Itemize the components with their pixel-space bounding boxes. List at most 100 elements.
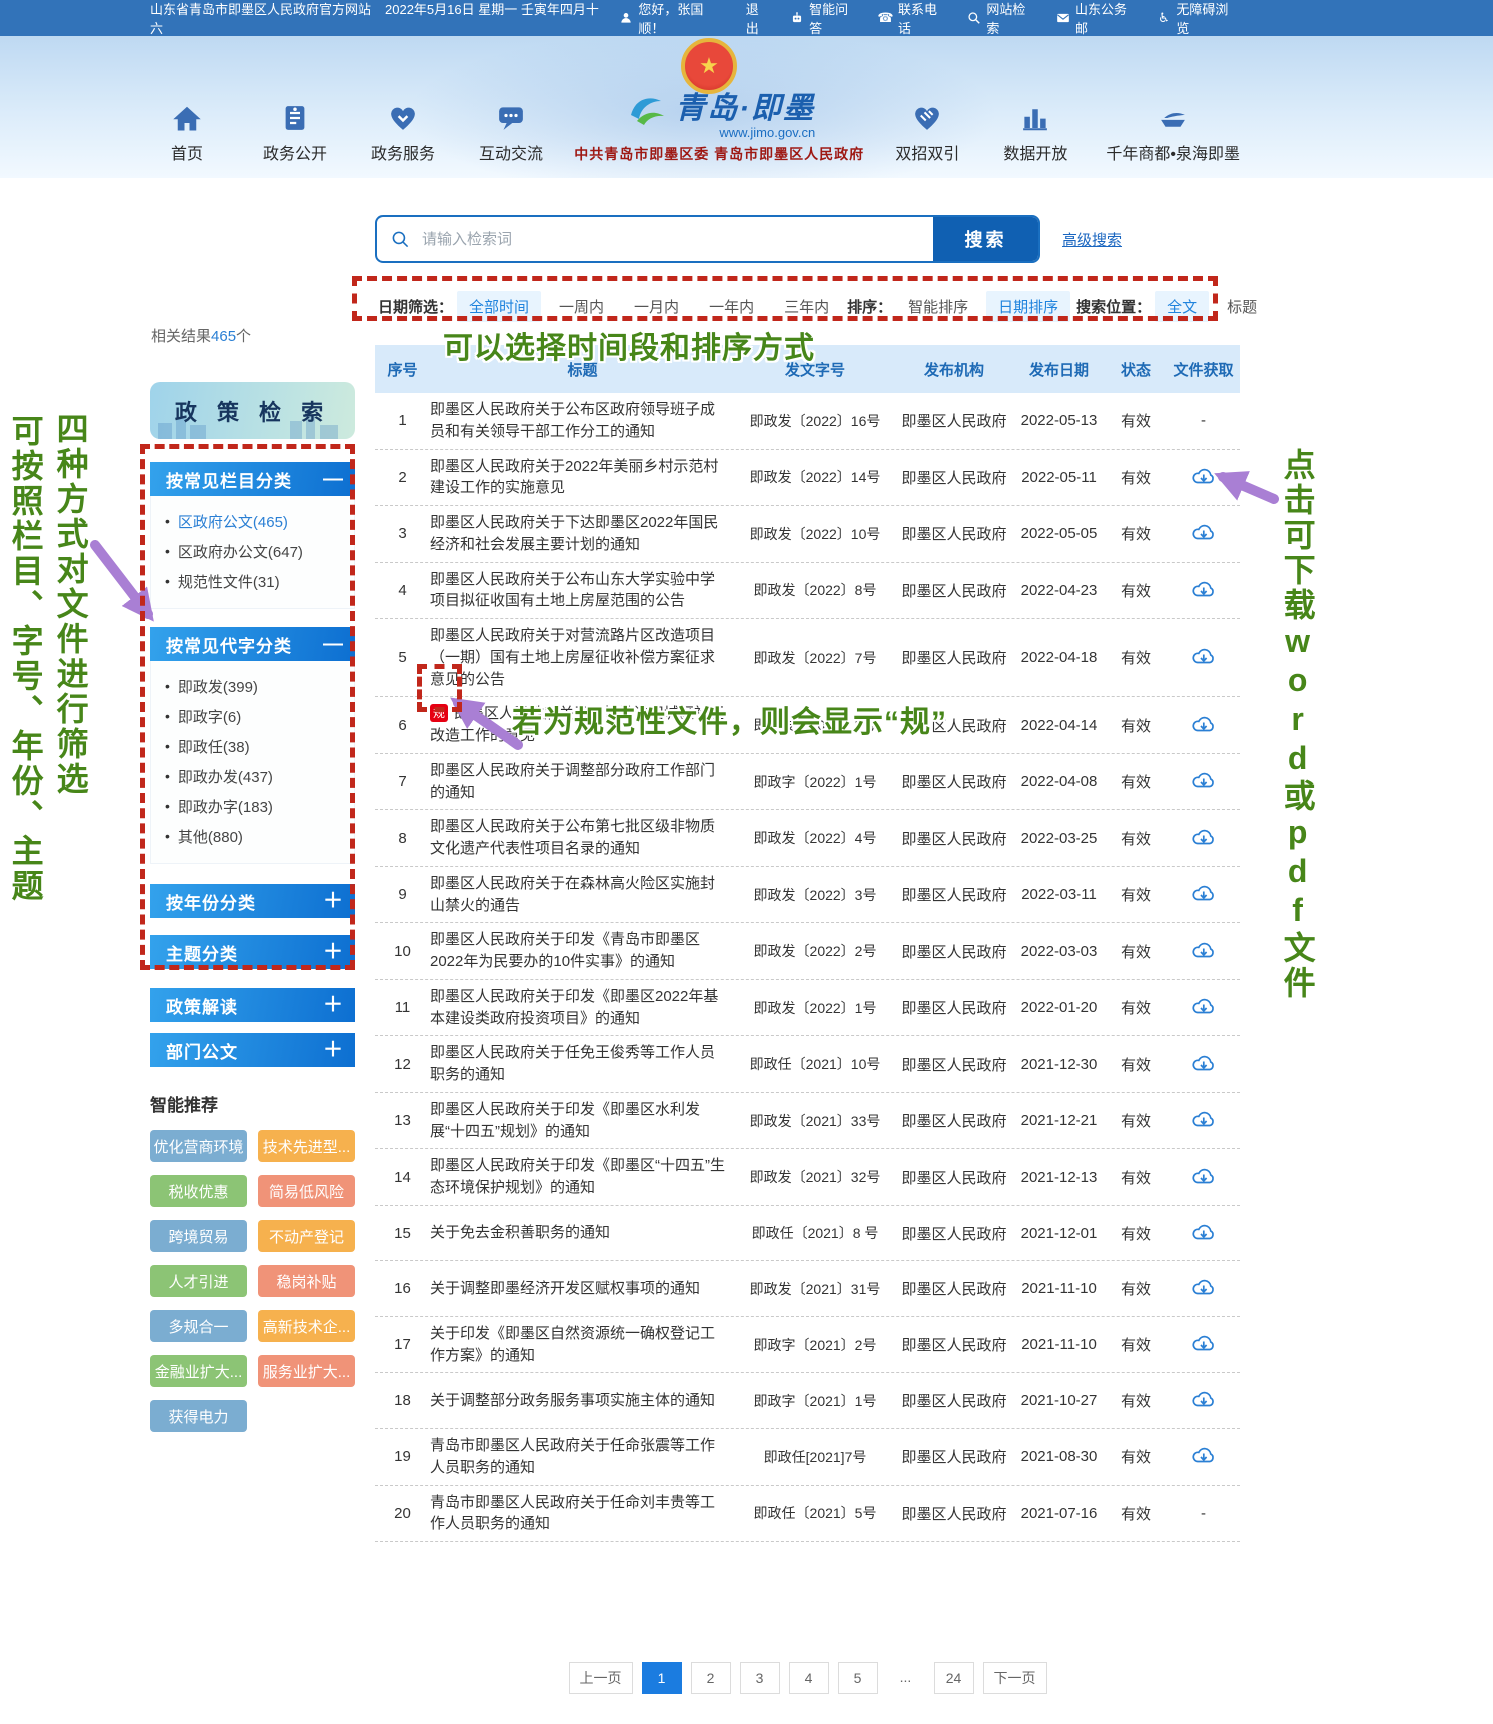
sidebar-item-1-3[interactable]: •即政办发(437) xyxy=(165,761,354,791)
doc-title-link[interactable]: 即墨区人民政府关于印发《即墨区2022年基本建设类政府投资项目》的通知 xyxy=(430,988,718,1027)
plus-icon[interactable]: ＋ xyxy=(323,942,343,962)
sidebar-item-1-0[interactable]: •即政发(399) xyxy=(165,671,354,701)
download-icon[interactable] xyxy=(1191,1221,1217,1242)
sidebar-item-0-1[interactable]: •区政府办公文(647) xyxy=(165,536,354,566)
doc-title-link[interactable]: 即墨区人民政府关于对营流路片区改造项目（一期）国有土地上房屋征收补偿方案征求意见… xyxy=(430,627,715,688)
filter-option-sort-0[interactable]: 智能排序 xyxy=(896,291,980,322)
utility-link-2[interactable]: 网站检索 xyxy=(967,0,1038,37)
download-icon[interactable] xyxy=(1191,465,1217,486)
page-button-5[interactable]: 5 xyxy=(838,1662,878,1694)
doc-title-link[interactable]: 即墨区人民政府关于下达即墨区2022年国民经济和社会发展主要计划的通知 xyxy=(430,514,718,553)
sidebar-item-1-5[interactable]: •其他(880) xyxy=(165,821,354,851)
nav-item-nav-left-1[interactable]: 政务公开 xyxy=(258,101,332,164)
recommend-tag-10[interactable]: 金融业扩大... xyxy=(150,1355,247,1387)
plus-icon[interactable]: ＋ xyxy=(323,891,343,911)
doc-title-link[interactable]: 关于免去金积善职务的通知 xyxy=(430,1224,610,1241)
download-icon[interactable] xyxy=(1191,826,1217,847)
page-button-1[interactable]: 1 xyxy=(642,1662,682,1694)
page-next-button[interactable]: 下一页 xyxy=(983,1662,1047,1694)
sidebar-section-5-header[interactable]: 部门公文＋ xyxy=(150,1033,355,1067)
sidebar-section-1-header[interactable]: 按常见代字分类— xyxy=(150,627,355,661)
recommend-tag-8[interactable]: 多规合一 xyxy=(150,1310,247,1342)
filter-option-date-1[interactable]: 一周内 xyxy=(547,291,616,322)
nav-item-nav-right-0[interactable]: 双招双引 xyxy=(890,101,964,164)
sidebar-item-1-4[interactable]: •即政办字(183) xyxy=(165,791,354,821)
recommend-tag-7[interactable]: 稳岗补贴 xyxy=(258,1265,355,1297)
recommend-tag-6[interactable]: 人才引进 xyxy=(150,1265,247,1297)
plus-icon[interactable]: ＋ xyxy=(323,995,343,1015)
filter-option-date-4[interactable]: 三年内 xyxy=(772,291,841,322)
advanced-search-link[interactable]: 高级搜索 xyxy=(1062,229,1122,250)
doc-title-link[interactable]: 即墨区人民政府关于印发《即墨区水利发展“十四五”规划》的通知 xyxy=(430,1101,700,1140)
sidebar-section-0-header[interactable]: 按常见栏目分类— xyxy=(150,462,355,496)
download-icon[interactable] xyxy=(1191,939,1217,960)
sidebar-section-2-header[interactable]: 按年份分类＋ xyxy=(150,884,355,918)
utility-link-1[interactable]: ☎联系电话 xyxy=(878,0,949,37)
page-button-24[interactable]: 24 xyxy=(934,1662,974,1694)
download-icon[interactable] xyxy=(1191,713,1217,734)
download-icon[interactable] xyxy=(1191,645,1217,666)
download-icon[interactable] xyxy=(1191,769,1217,790)
filter-option-date-0[interactable]: 全部时间 xyxy=(457,291,541,322)
download-icon[interactable] xyxy=(1191,1052,1217,1073)
sidebar-item-1-2[interactable]: •即政任(38) xyxy=(165,731,354,761)
recommend-tag-2[interactable]: 税收优惠 xyxy=(150,1175,247,1207)
recommend-tag-3[interactable]: 简易低风险 xyxy=(258,1175,355,1207)
filter-option-sort-1[interactable]: 日期排序 xyxy=(986,291,1070,322)
download-icon[interactable] xyxy=(1191,1276,1217,1297)
doc-title-link[interactable]: 即墨区人民政府关于印发《即墨区“十四五”生态环境保护规划》的通知 xyxy=(430,1157,725,1196)
download-icon[interactable] xyxy=(1191,1388,1217,1409)
sidebar-section-4-header[interactable]: 政策解读＋ xyxy=(150,988,355,1022)
download-icon[interactable] xyxy=(1191,1332,1217,1353)
utility-link-4[interactable]: ♿无障碍浏览 xyxy=(1157,0,1240,37)
doc-title-link[interactable]: 关于印发《即墨区自然资源统一确权登记工作方案》的通知 xyxy=(430,1325,715,1364)
nav-item-nav-left-2[interactable]: 政务服务 xyxy=(366,101,440,164)
nav-item-nav-left-3[interactable]: 互动交流 xyxy=(474,101,548,164)
nav-item-nav-right-1[interactable]: 数据开放 xyxy=(998,101,1072,164)
doc-title-link[interactable]: 即墨区人民政府关于公布第七批区级非物质文化遗产代表性项目名录的通知 xyxy=(430,818,715,857)
plus-icon[interactable]: ＋ xyxy=(323,1040,343,1060)
recommend-tag-0[interactable]: 优化营商环境 xyxy=(150,1130,247,1162)
sidebar-section-3-header[interactable]: 主题分类＋ xyxy=(150,935,355,969)
page-button-2[interactable]: 2 xyxy=(691,1662,731,1694)
filter-option-scope-0[interactable]: 全文 xyxy=(1155,291,1209,322)
nav-item-nav-left-0[interactable]: 首页 xyxy=(150,101,224,164)
sidebar-item-0-2[interactable]: •规范性文件(31) xyxy=(165,566,354,596)
doc-title-link[interactable]: 关于调整即墨经济开发区赋权事项的通知 xyxy=(430,1280,700,1297)
download-icon[interactable] xyxy=(1191,521,1217,542)
recommend-tag-1[interactable]: 技术先进型... xyxy=(258,1130,355,1162)
doc-title-link[interactable]: 青岛市即墨区人民政府关于任命刘丰贵等工作人员职务的通知 xyxy=(430,1494,715,1533)
filter-option-date-2[interactable]: 一月内 xyxy=(622,291,691,322)
utility-link-0[interactable]: 智能问答 xyxy=(789,0,860,37)
minus-icon[interactable]: — xyxy=(323,469,343,489)
recommend-tag-11[interactable]: 服务业扩大... xyxy=(258,1355,355,1387)
download-icon[interactable] xyxy=(1191,995,1217,1016)
search-input[interactable] xyxy=(410,217,933,261)
download-icon[interactable] xyxy=(1191,1444,1217,1465)
recommend-tag-9[interactable]: 高新技术企... xyxy=(258,1310,355,1342)
download-icon[interactable] xyxy=(1191,578,1217,599)
page-prev-button[interactable]: 上一页 xyxy=(569,1662,633,1694)
doc-title-link[interactable]: 即墨区人民政府关于印发《青岛市即墨区2022年为民要办的10件实事》的通知 xyxy=(430,931,700,970)
doc-title-link[interactable]: 青岛市即墨区人民政府关于任命张震等工作人员职务的通知 xyxy=(430,1437,715,1476)
doc-title-link[interactable]: 即墨区人民政府关于在森林高火险区实施封山禁火的通告 xyxy=(430,875,715,914)
doc-title-link[interactable]: 即墨区人民政府关于公布区政府领导班子成员和有关领导干部工作分工的通知 xyxy=(430,401,715,440)
filter-option-date-3[interactable]: 一年内 xyxy=(697,291,766,322)
doc-title-link[interactable]: 即墨区人民政府关于调整部分政府工作部门的通知 xyxy=(430,762,715,801)
recommend-tag-4[interactable]: 跨境贸易 xyxy=(150,1220,247,1252)
doc-title-link[interactable]: 即墨区人民政府关于2022年美丽乡村示范村建设工作的实施意见 xyxy=(430,458,718,497)
sidebar-item-1-1[interactable]: •即政字(6) xyxy=(165,701,354,731)
download-icon[interactable] xyxy=(1191,1165,1217,1186)
doc-title-link[interactable]: 即墨区人民政府关于公布山东大学实验中学项目拟征收国有土地上房屋范围的公告 xyxy=(430,571,715,610)
search-button[interactable]: 搜索 xyxy=(933,217,1038,261)
recommend-tag-12[interactable]: 获得电力 xyxy=(150,1400,247,1432)
doc-title-link[interactable]: 即墨区人民政府关于任免王俊秀等工作人员职务的通知 xyxy=(430,1044,715,1083)
sidebar-item-0-0[interactable]: •区政府公文(465) xyxy=(165,506,354,536)
download-icon[interactable] xyxy=(1191,882,1217,903)
utility-link-3[interactable]: 山东公务邮 xyxy=(1055,0,1138,37)
download-icon[interactable] xyxy=(1191,1108,1217,1129)
recommend-tag-5[interactable]: 不动产登记 xyxy=(258,1220,355,1252)
logout-link[interactable]: 退出 xyxy=(746,0,772,37)
page-button-3[interactable]: 3 xyxy=(740,1662,780,1694)
page-button-4[interactable]: 4 xyxy=(789,1662,829,1694)
